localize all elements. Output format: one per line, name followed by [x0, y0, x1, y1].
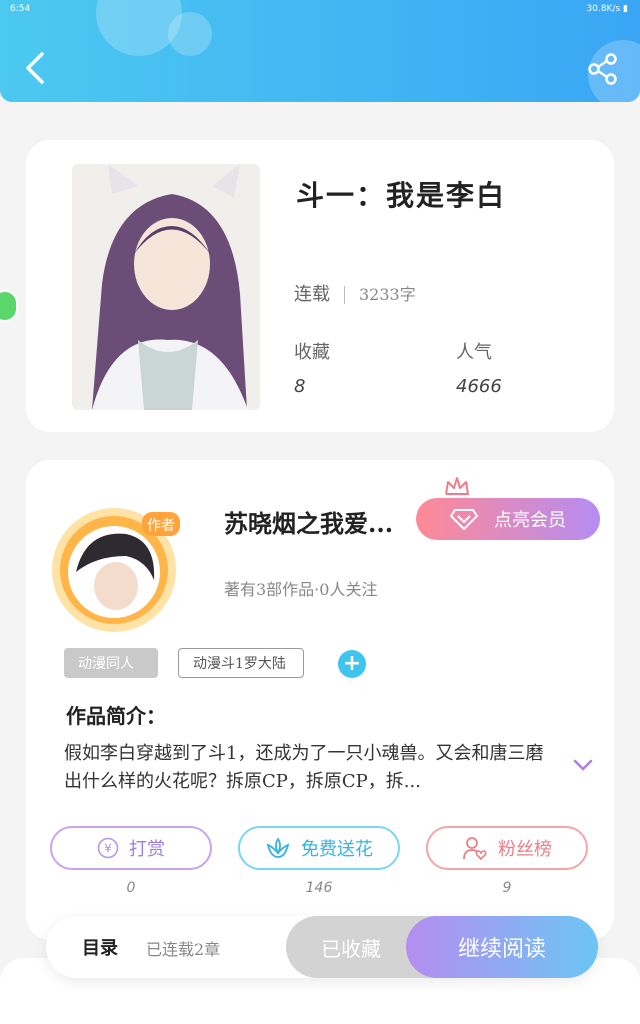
- back-button[interactable]: [20, 48, 52, 88]
- book-title: 斗一：我是李白: [296, 179, 507, 212]
- crown-icon: [445, 477, 469, 495]
- tip-label: 打赏: [129, 839, 165, 860]
- fans-label: 粉丝榜: [498, 839, 552, 860]
- yen-icon: ¥: [97, 837, 119, 859]
- floating-assistant-dot[interactable]: [0, 290, 18, 322]
- send-flower-button[interactable]: 免费送花: [238, 826, 400, 870]
- chapter-count: 已连载2章: [146, 940, 221, 959]
- popularity-value: 4666: [456, 376, 502, 397]
- add-tag-button[interactable]: +: [338, 650, 366, 678]
- author-avatar[interactable]: 作者: [46, 500, 182, 636]
- top-header: 6:54 30.8K/s ▮: [0, 0, 640, 102]
- book-info-card: 斗一：我是李白 连载 3233字 收藏 人气 8 4666: [26, 140, 614, 432]
- tip-button[interactable]: ¥ 打赏: [50, 826, 212, 870]
- share-button[interactable]: [586, 52, 620, 86]
- author-name[interactable]: 苏晓烟之我爱...: [224, 504, 393, 539]
- word-count: 3233字: [359, 285, 416, 304]
- share-icon: [588, 53, 617, 85]
- diamond-icon: [450, 509, 478, 530]
- author-badge: 作者: [147, 518, 175, 534]
- avatar-illustration: 作者: [52, 508, 180, 632]
- popularity-label: 人气: [456, 342, 492, 363]
- collect-label: 收藏: [294, 342, 330, 363]
- vip-button-label: 点亮会员: [494, 510, 566, 531]
- catalog-button[interactable]: 目录: [82, 934, 118, 960]
- user-heart-icon: [463, 837, 487, 861]
- flower-count: 146: [305, 880, 333, 896]
- header-bubble: [168, 12, 212, 56]
- vip-button[interactable]: 点亮会员: [416, 498, 600, 540]
- collected-label: 已收藏: [321, 936, 381, 961]
- book-status-row: 连载 3233字: [294, 280, 416, 306]
- continue-reading-button[interactable]: 继续阅读: [406, 916, 598, 978]
- author-meta: 著有3部作品·0人关注: [224, 580, 378, 599]
- divider: [344, 286, 345, 304]
- flower-label: 免费送花: [301, 839, 373, 860]
- tag-anime-fanfic[interactable]: 动漫同人: [64, 648, 158, 678]
- bottom-action-bar: 目录 已连载2章 已收藏 继续阅读: [46, 916, 598, 978]
- chevron-down-icon[interactable]: [572, 754, 594, 776]
- flower-icon: [266, 837, 290, 858]
- status-icons: 30.8K/s ▮: [586, 4, 629, 14]
- chevron-left-icon: [26, 52, 44, 84]
- collect-value: 8: [294, 376, 306, 397]
- intro-text: 假如李白穿越到了斗1，还成为了一只小魂兽。又会和唐三磨出什么样的火花呢？拆原CP…: [64, 743, 544, 792]
- fans-count: 9: [502, 880, 512, 896]
- intro-label: 作品简介：: [66, 704, 166, 728]
- author-card: 作者 苏晓烟之我爱... 点亮会员 著有3部作品·0人关注 动漫同人 动漫斗1罗…: [26, 460, 614, 940]
- cover-illustration: [72, 164, 260, 410]
- tag-douluo[interactable]: 动漫斗1罗大陆: [178, 648, 304, 678]
- status-time: 6:54: [10, 4, 31, 14]
- fans-rank-button[interactable]: 粉丝榜: [426, 826, 588, 870]
- serial-status: 连载: [294, 284, 330, 305]
- network-speed: 30.8K/s: [586, 4, 621, 14]
- tip-count: 0: [126, 880, 136, 896]
- book-cover-image[interactable]: [72, 164, 260, 410]
- svg-text:¥: ¥: [104, 842, 112, 856]
